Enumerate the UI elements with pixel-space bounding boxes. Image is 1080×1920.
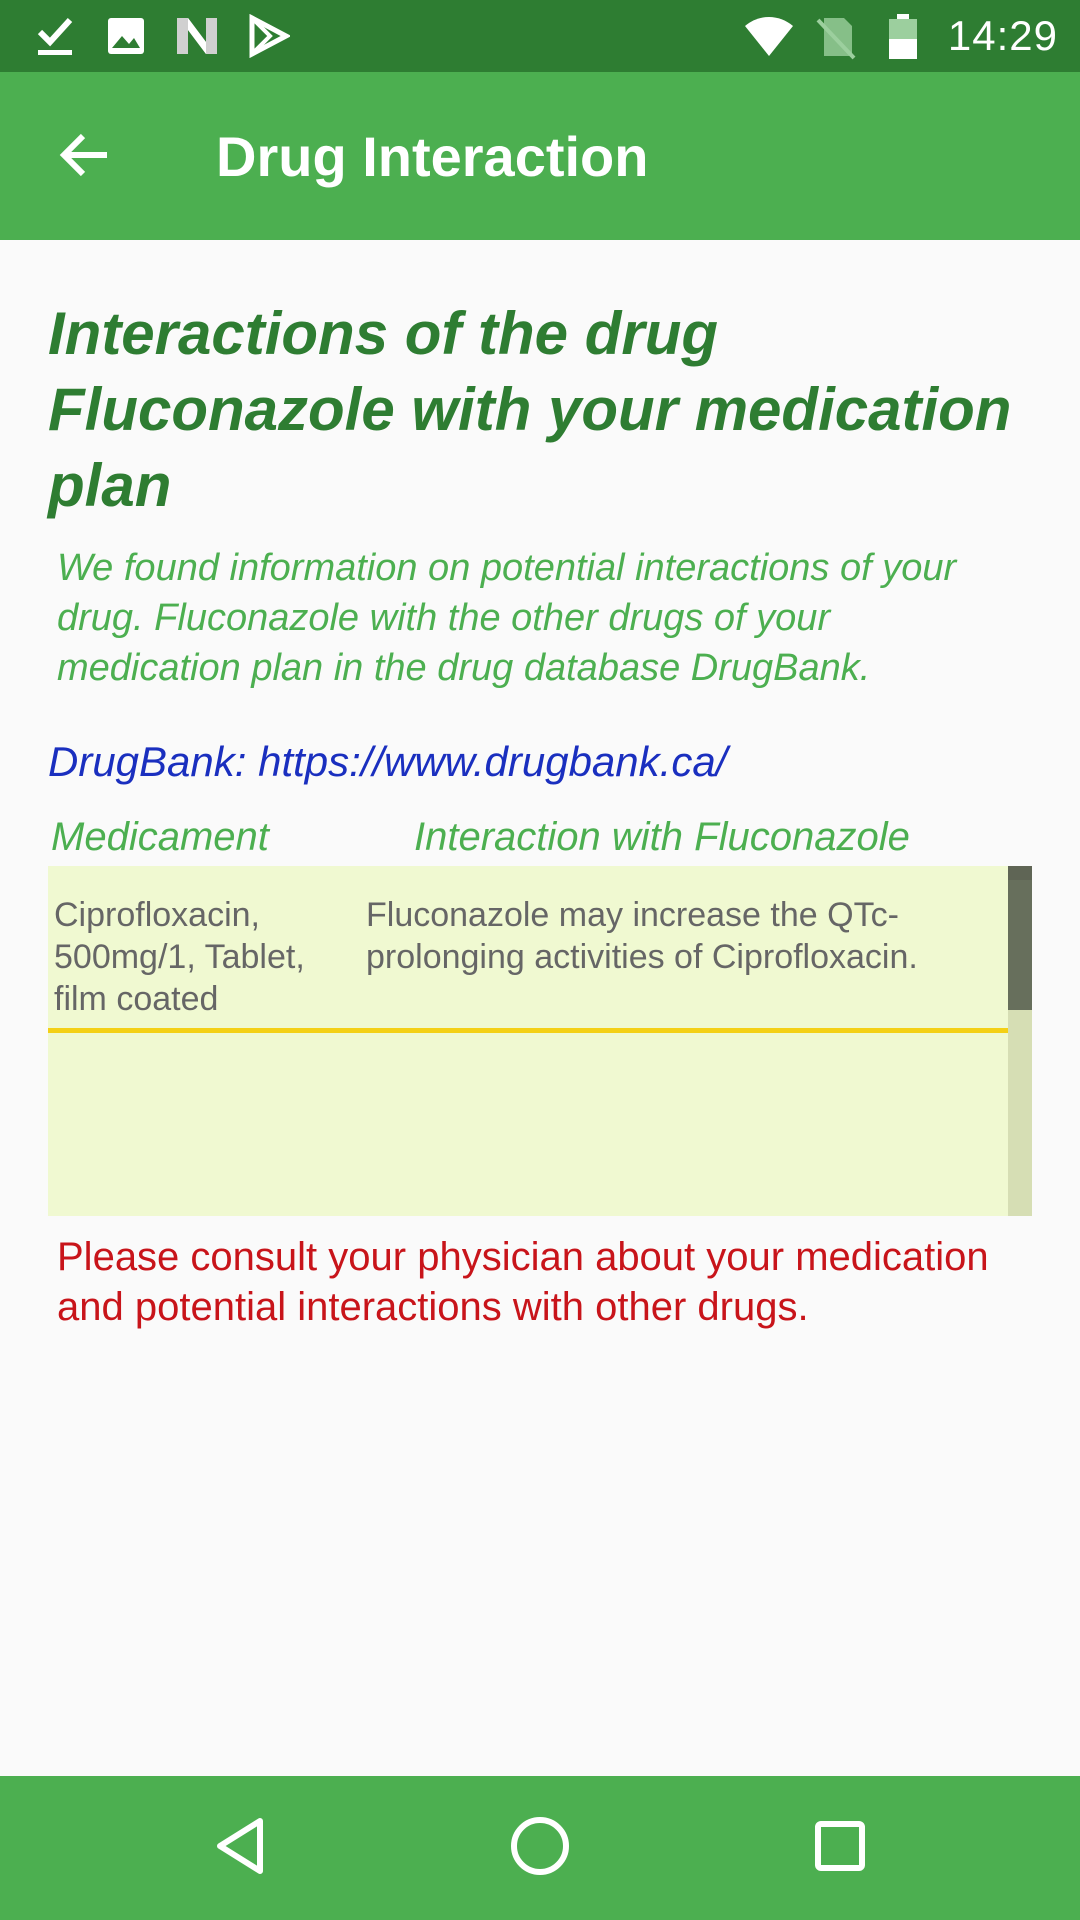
play-store-icon xyxy=(248,13,292,63)
home-circle-icon xyxy=(508,1814,572,1883)
back-button[interactable] xyxy=(40,112,130,202)
medicament-cell: Ciprofloxacin, 500mg/1, Tablet, film coa… xyxy=(54,896,305,1018)
table-row[interactable]: Ciprofloxacin, 500mg/1, Tablet, film coa… xyxy=(48,866,1008,1033)
wifi-icon xyxy=(744,14,794,63)
interaction-table[interactable]: Ciprofloxacin, 500mg/1, Tablet, film coa… xyxy=(48,866,1032,1216)
column-header-medicament: Medicament xyxy=(51,815,269,859)
no-sim-icon xyxy=(816,14,856,65)
arrow-back-icon xyxy=(59,129,111,186)
drugbank-link[interactable]: DrugBank: https://www.drugbank.ca/ xyxy=(48,738,1028,786)
nav-recents-button[interactable] xyxy=(795,1803,885,1893)
interaction-heading: Interactions of the drug Fluconazole wit… xyxy=(48,300,1012,519)
page-title: Drug Interaction xyxy=(216,125,649,188)
column-header-interaction: Interaction with Fluconazole xyxy=(414,815,910,859)
nav-home-button[interactable] xyxy=(495,1803,585,1893)
intro-text: We found information on potential intera… xyxy=(57,547,957,689)
system-nav-bar xyxy=(0,1776,1080,1920)
app-bar: Drug Interaction xyxy=(0,72,1080,240)
consult-warning: Please consult your physician about your… xyxy=(57,1235,989,1329)
nav-back-button[interactable] xyxy=(195,1803,285,1893)
n-logo-icon xyxy=(174,14,220,63)
back-triangle-icon xyxy=(210,1816,270,1881)
battery-icon xyxy=(888,14,918,65)
download-done-icon xyxy=(36,14,76,63)
scrollbar-thumb[interactable] xyxy=(1008,866,1032,1010)
status-bar: 14:29 xyxy=(0,0,1080,72)
scrollbar-track[interactable] xyxy=(1008,866,1032,1216)
status-time: 14:29 xyxy=(947,12,1058,59)
interaction-cell: Fluconazole may increase the QTc-prolong… xyxy=(366,896,918,976)
recents-square-icon xyxy=(810,1816,870,1881)
image-icon xyxy=(106,14,146,63)
